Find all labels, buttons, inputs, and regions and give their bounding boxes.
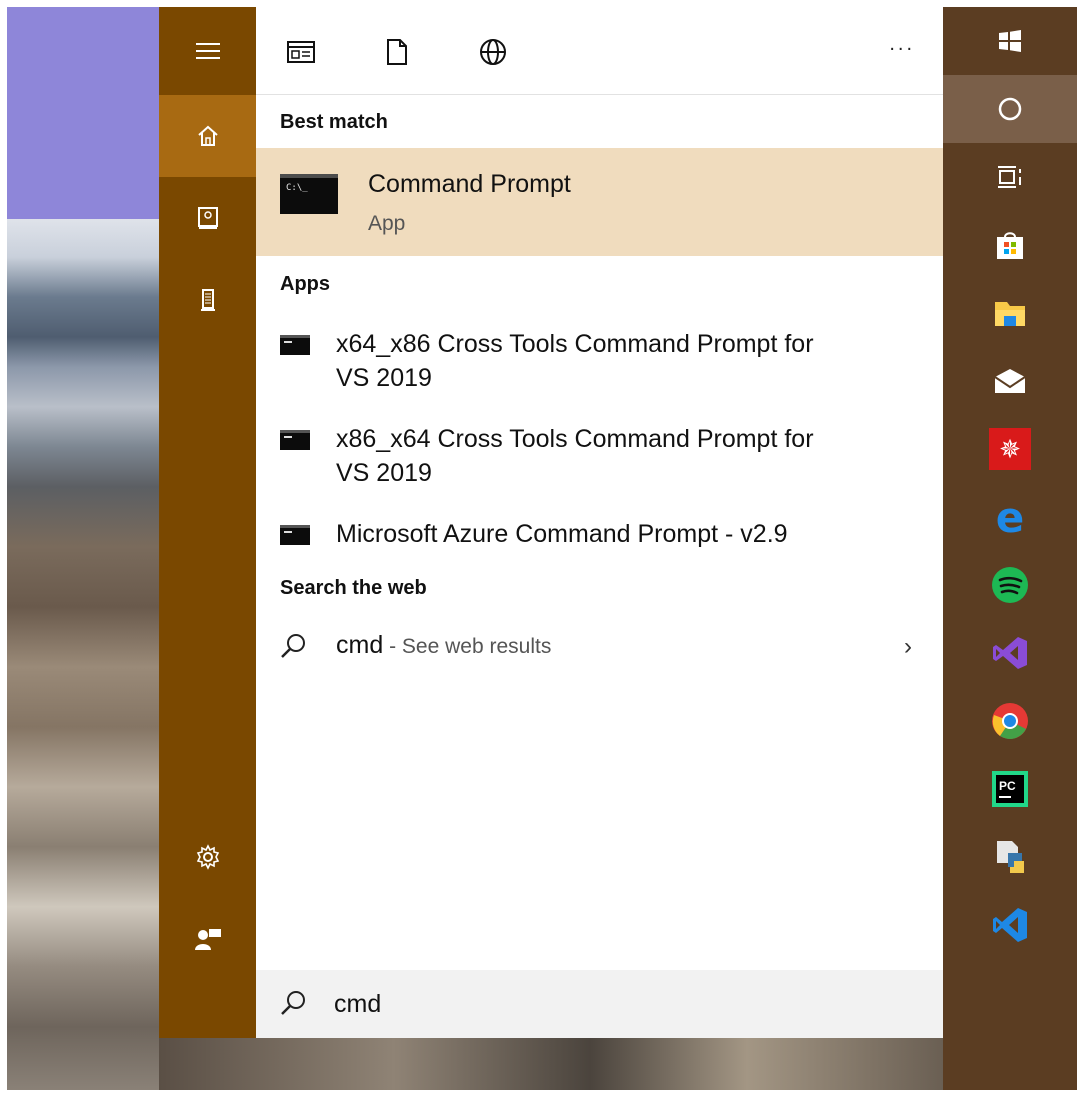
task-view-button[interactable] bbox=[943, 143, 1077, 211]
best-match-subtitle: App bbox=[368, 212, 406, 235]
spotify-icon bbox=[992, 567, 1028, 603]
filter-toolbar: ... bbox=[256, 7, 943, 95]
search-box[interactable] bbox=[256, 970, 943, 1038]
web-result-label: cmd - See web results bbox=[336, 631, 552, 659]
start-menu-rail bbox=[159, 7, 256, 1038]
console-icon bbox=[280, 430, 310, 450]
microsoft-store-icon bbox=[997, 232, 1023, 259]
vscode-button[interactable] bbox=[943, 891, 1077, 959]
wolfram-icon: ✵ bbox=[989, 428, 1031, 470]
visual-studio-icon bbox=[993, 637, 1027, 669]
task-view-icon bbox=[998, 166, 1021, 188]
chrome-icon bbox=[992, 703, 1028, 739]
best-match-title: Command Prompt bbox=[368, 170, 571, 198]
apps-filter-icon bbox=[287, 41, 315, 63]
web-heading: Search the web bbox=[280, 577, 427, 599]
store-button[interactable] bbox=[943, 211, 1077, 279]
best-match-item[interactable]: C:\_ Command Prompt App bbox=[256, 148, 943, 256]
python-file-icon bbox=[997, 841, 1024, 873]
hamburger-menu-icon bbox=[195, 43, 220, 59]
file-explorer-icon bbox=[995, 302, 1025, 326]
taskbar: ✵ e PC bbox=[943, 7, 1077, 1090]
app-result-label: x86_x64 Cross Tools Command Prompt for V… bbox=[336, 425, 814, 487]
search-icon bbox=[281, 991, 305, 1015]
mail-icon bbox=[994, 369, 1026, 393]
visual-studio-button[interactable] bbox=[943, 619, 1077, 687]
console-icon bbox=[280, 525, 310, 545]
gear-icon bbox=[196, 844, 219, 870]
python-file-button[interactable] bbox=[943, 823, 1077, 891]
command-prompt-icon: C:\_ bbox=[280, 174, 338, 214]
home-button[interactable] bbox=[159, 95, 256, 177]
more-options-button[interactable]: ... bbox=[889, 33, 915, 56]
search-icon bbox=[281, 634, 305, 658]
settings-button[interactable] bbox=[159, 816, 256, 898]
feedback-icon bbox=[194, 929, 221, 950]
start-button[interactable] bbox=[943, 7, 1077, 75]
feedback-button[interactable] bbox=[159, 898, 256, 980]
notebook-icon bbox=[197, 207, 218, 229]
my-stuff-button[interactable] bbox=[159, 177, 256, 259]
wolfram-button[interactable]: ✵ bbox=[943, 415, 1077, 483]
chevron-right-icon[interactable]: › bbox=[904, 633, 912, 661]
app-result-label: x64_x86 Cross Tools Command Prompt for V… bbox=[336, 330, 814, 392]
app-result-item[interactable]: Microsoft Azure Command Prompt - v2.9 bbox=[280, 517, 920, 557]
mail-button[interactable] bbox=[943, 347, 1077, 415]
svg-text:PC: PC bbox=[999, 779, 1016, 793]
tower-icon bbox=[200, 289, 215, 311]
best-match-heading: Best match bbox=[280, 111, 388, 133]
apps-filter-button[interactable] bbox=[286, 37, 316, 67]
spotify-button[interactable] bbox=[943, 551, 1077, 619]
desktop-wallpaper-bottom bbox=[159, 1038, 943, 1090]
hamburger-menu-button[interactable] bbox=[159, 7, 256, 95]
desktop-wallpaper bbox=[7, 7, 159, 1090]
globe-icon bbox=[480, 39, 506, 65]
windows-start-icon bbox=[999, 30, 1021, 52]
search-results-pane: ... Best match C:\_ Command Prompt App A… bbox=[256, 7, 943, 1038]
documents-filter-button[interactable] bbox=[382, 37, 412, 67]
home-icon bbox=[197, 125, 218, 146]
cortana-icon bbox=[998, 97, 1022, 121]
apps-heading: Apps bbox=[280, 273, 330, 295]
app-result-item[interactable]: x86_x64 Cross Tools Command Prompt for V… bbox=[280, 422, 920, 492]
vscode-icon bbox=[993, 908, 1027, 942]
web-result-item[interactable]: cmd - See web results › bbox=[280, 629, 920, 669]
app-result-label: Microsoft Azure Command Prompt - v2.9 bbox=[336, 520, 788, 548]
search-input[interactable] bbox=[334, 984, 894, 1024]
cortana-button[interactable] bbox=[943, 75, 1077, 143]
tower-button[interactable] bbox=[159, 259, 256, 341]
file-explorer-button[interactable] bbox=[943, 279, 1077, 347]
web-filter-button[interactable] bbox=[478, 37, 508, 67]
pycharm-button[interactable]: PC bbox=[943, 755, 1077, 823]
document-icon bbox=[387, 39, 407, 65]
chrome-button[interactable] bbox=[943, 687, 1077, 755]
edge-button[interactable]: e bbox=[943, 483, 1077, 551]
pycharm-icon: PC bbox=[992, 771, 1028, 807]
edge-icon: e bbox=[995, 492, 1025, 542]
console-icon bbox=[280, 335, 310, 355]
app-result-item[interactable]: x64_x86 Cross Tools Command Prompt for V… bbox=[280, 327, 920, 397]
